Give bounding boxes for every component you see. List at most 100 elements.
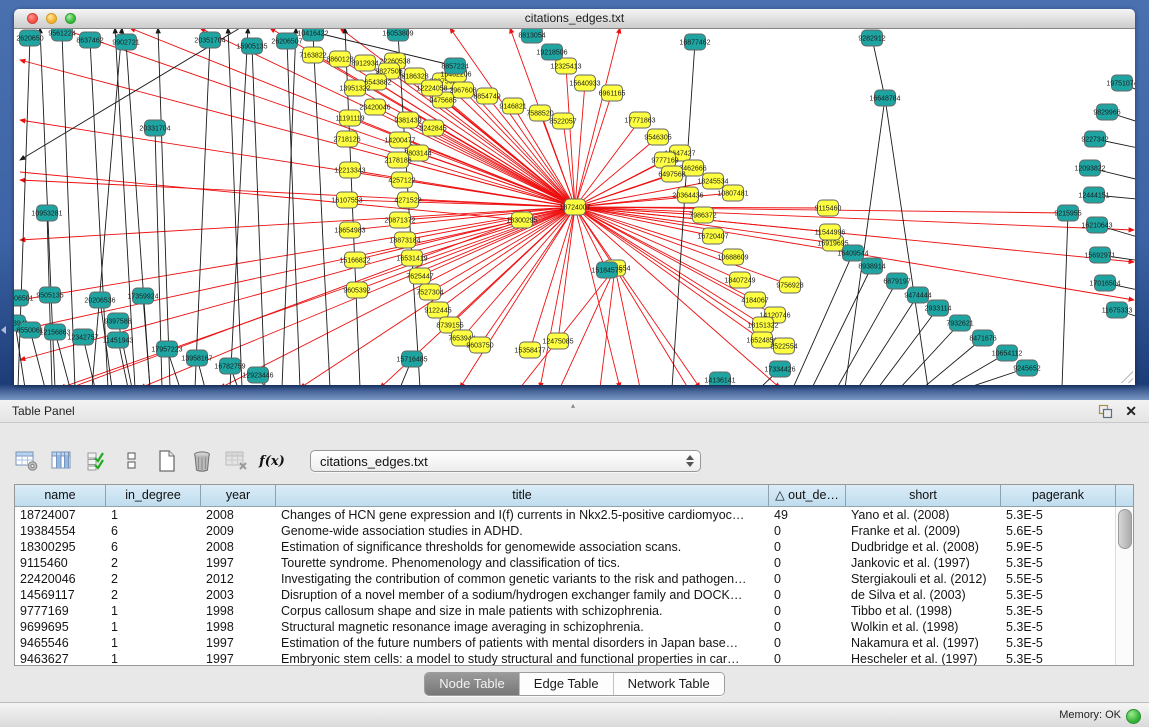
network-node[interactable]: 10688609 <box>717 249 748 265</box>
network-node[interactable]: 9474444 <box>904 287 931 303</box>
network-node[interactable]: 16648784 <box>869 90 900 106</box>
network-node[interactable]: 17771863 <box>624 112 655 128</box>
network-node[interactable]: 11191119 <box>335 110 364 126</box>
network-node[interactable]: 12093822 <box>1074 160 1105 176</box>
network-node[interactable]: 9215955 <box>1054 205 1081 221</box>
network-node[interactable]: 16210643 <box>1081 217 1112 233</box>
network-node[interactable]: 12475085 <box>542 333 573 349</box>
table-row[interactable]: 1938455462009Genome-wide association stu… <box>15 523 1116 539</box>
network-node[interactable]: 9282912 <box>858 30 885 46</box>
network-node[interactable]: 20351704 <box>194 32 225 48</box>
table-row[interactable]: 2242004622012Investigating the contribut… <box>15 571 1116 587</box>
network-node[interactable]: 6497568 <box>658 166 685 182</box>
network-node[interactable]: 9546305 <box>644 129 671 145</box>
network-node[interactable]: 16720407 <box>697 228 728 244</box>
network-node[interactable]: 15692971 <box>1084 247 1115 263</box>
show-columns-icon[interactable] <box>49 448 75 474</box>
network-node[interactable]: 11675333 <box>1102 302 1133 318</box>
network-node[interactable]: 9603750 <box>466 337 493 353</box>
network-node[interactable]: 6961165 <box>599 85 626 101</box>
network-node[interactable]: 8813054 <box>518 29 545 43</box>
network-node[interactable]: 15640933 <box>569 75 600 91</box>
network-node[interactable]: 9245652 <box>1013 360 1040 376</box>
network-node[interactable]: 10654112 <box>992 345 1023 361</box>
table-row[interactable]: 969969511998Structural magnetic resonanc… <box>15 619 1116 635</box>
network-node[interactable]: 9146821 <box>499 98 526 114</box>
minimize-window-icon[interactable] <box>46 13 57 24</box>
network-node[interactable]: 12213343 <box>334 162 365 178</box>
row-stack-icon[interactable] <box>119 448 145 474</box>
network-node[interactable]: 9242845 <box>419 120 446 136</box>
network-node[interactable]: 8857224 <box>441 58 468 74</box>
table-settings-icon[interactable] <box>14 448 40 474</box>
destroy-table-icon[interactable] <box>224 448 250 474</box>
network-node[interactable]: 19751074 <box>1106 75 1135 91</box>
network-node[interactable]: 9381439 <box>394 112 421 128</box>
network-node[interactable]: 20331704 <box>139 120 170 136</box>
network-node[interactable]: 2522554 <box>770 338 797 354</box>
network-node[interactable]: 9397588 <box>104 313 131 329</box>
network-node[interactable]: 9561224 <box>48 29 75 41</box>
network-node[interactable]: 7163822 <box>299 47 326 63</box>
splitter-collapse-icon[interactable] <box>1 326 6 334</box>
network-node[interactable]: 8938914 <box>858 258 885 274</box>
network-node[interactable]: 9756928 <box>776 277 803 293</box>
maximize-window-icon[interactable] <box>65 13 76 24</box>
vertical-scrollbar[interactable] <box>1115 507 1133 665</box>
column-header-year[interactable]: year <box>201 485 276 506</box>
network-node[interactable]: 6879197 <box>883 273 910 289</box>
network-node[interactable]: 7527304 <box>416 284 443 300</box>
network-node[interactable]: 7986372 <box>689 207 716 223</box>
network-node[interactable]: 16877462 <box>679 34 710 50</box>
new-table-icon[interactable] <box>154 448 180 474</box>
network-node[interactable]: 12923446 <box>242 367 273 383</box>
network-node[interactable]: 12156863 <box>39 324 70 340</box>
network-node[interactable]: 17016504 <box>1089 275 1120 291</box>
column-header-pagerank[interactable]: pagerank <box>1001 485 1116 506</box>
network-node[interactable]: 4271522 <box>394 192 421 208</box>
network-node[interactable]: 8471676 <box>969 330 996 346</box>
network-window-titlebar[interactable]: citations_edges.txt <box>14 9 1135 29</box>
float-panel-icon[interactable] <box>1098 404 1113 419</box>
network-node[interactable]: 15905135 <box>236 38 267 54</box>
network-node[interactable]: 2718126 <box>333 131 360 147</box>
network-node[interactable]: 12444151 <box>1078 187 1109 203</box>
function-builder-icon[interactable]: f(x) <box>259 448 285 474</box>
network-node[interactable]: 16531419 <box>396 250 427 266</box>
table-header-row[interactable]: namein_degreeyeartitle△ out_de…shortpage… <box>15 485 1133 507</box>
network-node[interactable]: 2933114 <box>925 300 952 316</box>
trash-icon[interactable] <box>189 448 215 474</box>
network-node[interactable]: 12342757 <box>67 329 98 345</box>
network-node[interactable]: 2620650 <box>16 30 43 46</box>
network-node[interactable]: 26206501 <box>14 290 34 306</box>
network-node[interactable]: 15358477 <box>514 342 545 358</box>
network-node[interactable]: 11451943 <box>103 332 134 348</box>
table-row[interactable]: 1872400712008Changes of HCN gene express… <box>15 507 1116 523</box>
network-node[interactable]: 9227342 <box>1081 131 1108 147</box>
network-node[interactable]: 8854749 <box>473 88 500 104</box>
network-node[interactable]: 8860128 <box>326 51 353 67</box>
table-selector-dropdown[interactable]: citations_edges.txt <box>310 450 701 472</box>
network-node[interactable]: 8637462 <box>76 32 103 48</box>
column-header-in_degree[interactable]: in_degree <box>106 485 201 506</box>
column-header-title[interactable]: title <box>276 485 769 506</box>
network-node[interactable]: 8522057 <box>549 113 576 129</box>
column-header-name[interactable]: name <box>15 485 106 506</box>
column-header-out_de[interactable]: △ out_de… <box>769 485 846 506</box>
network-node[interactable]: 13654983 <box>334 222 365 238</box>
tab-node-table[interactable]: Node Table <box>425 673 519 695</box>
table-row[interactable]: 1456911722003Disruption of a novel membe… <box>15 587 1116 603</box>
network-node[interactable]: 10953281 <box>31 205 62 221</box>
network-node[interactable]: 13958167 <box>181 350 212 366</box>
table-row[interactable]: 946554611997Estimation of the future num… <box>15 635 1116 651</box>
network-node[interactable]: 9605392 <box>343 282 370 298</box>
network-node[interactable]: 20364436 <box>672 187 703 203</box>
table-row[interactable]: 911546021997Tourette syndrome. Phenomeno… <box>15 555 1116 571</box>
network-node[interactable]: 7625447 <box>406 268 433 284</box>
network-node[interactable]: 9829966 <box>1093 104 1120 120</box>
column-check-icon[interactable] <box>84 448 110 474</box>
network-node[interactable]: 17334426 <box>764 361 795 377</box>
network-node[interactable]: 9115460 <box>815 200 842 216</box>
network-node[interactable]: 9505135 <box>36 287 63 303</box>
network-node[interactable]: 4184067 <box>741 292 768 308</box>
